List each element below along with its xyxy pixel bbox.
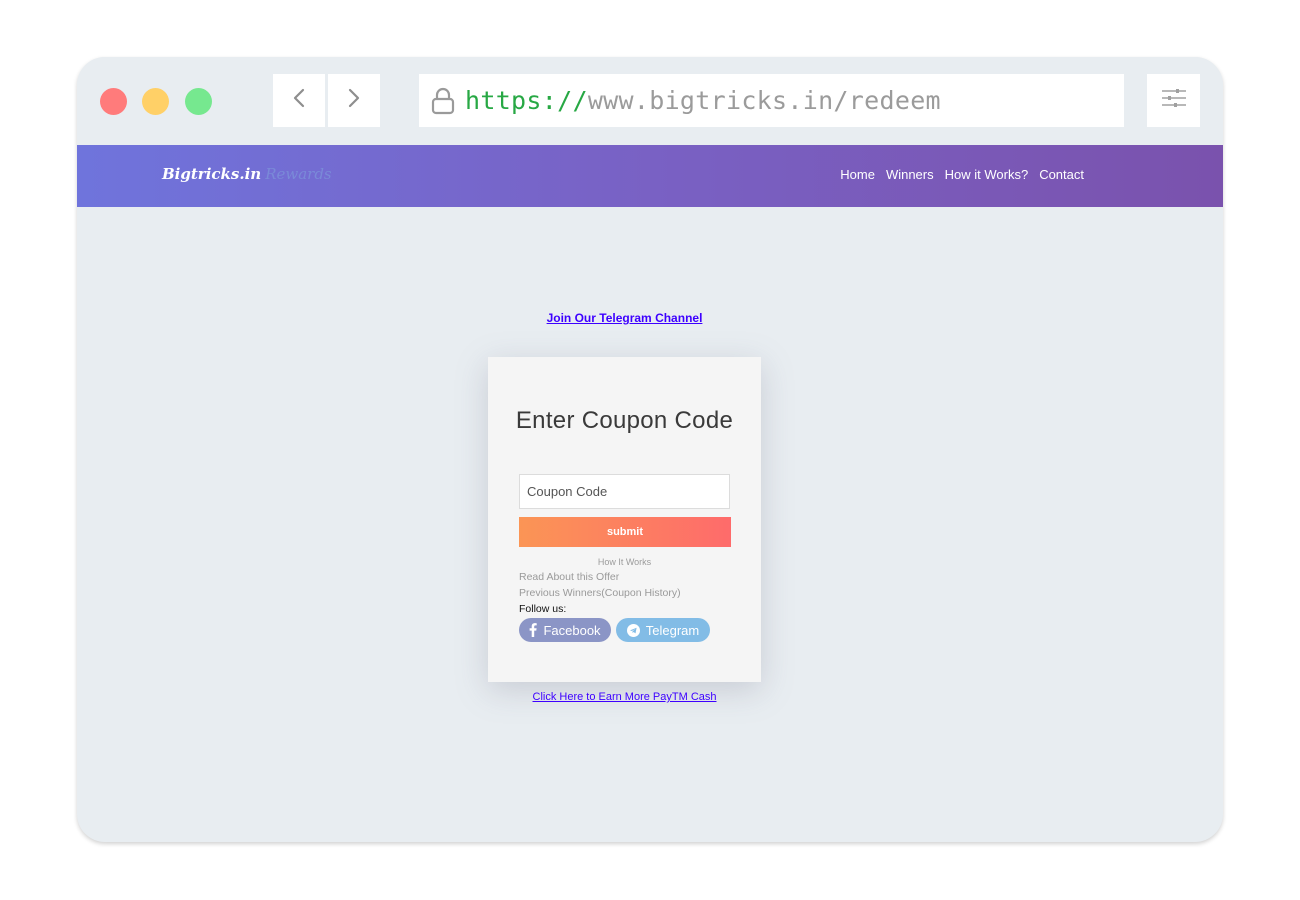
logo-subtext: Rewards [265,165,332,183]
logo-text: Bigtricks.in [162,165,262,183]
facebook-label: Facebook [543,622,601,638]
card-title: Enter Coupon Code [515,407,734,434]
lock-icon [429,86,457,116]
earn-paytm-link-wrapper: Click Here to Earn More PayTM Cash [77,691,1172,703]
nav-winners[interactable]: Winners [886,167,934,182]
facebook-icon [529,623,538,637]
previous-winners-link[interactable]: Previous Winners(Coupon History) [519,587,681,599]
telegram-icon [626,623,640,637]
telegram-channel-link-wrapper: Join Our Telegram Channel [77,311,1172,325]
telegram-channel-link[interactable]: Join Our Telegram Channel [547,311,703,325]
facebook-button[interactable]: Facebook [519,618,611,642]
close-window-button[interactable] [100,88,127,115]
site-header: Bigtricks.in Rewards Home Winners How it … [77,145,1223,207]
how-it-works-link[interactable]: How It Works [488,557,761,567]
coupon-card: Enter Coupon Code submit How It Works Re… [488,357,761,682]
coupon-code-input[interactable] [519,474,730,509]
settings-sliders-icon [1161,87,1187,114]
nav-how-it-works[interactable]: How it Works? [945,167,1029,182]
forward-button[interactable] [328,74,380,127]
minimize-window-button[interactable] [142,88,169,115]
address-bar[interactable]: https://www.bigtricks.in/redeem [419,74,1124,127]
follow-us-label: Follow us: [519,603,567,615]
earn-paytm-link[interactable]: Click Here to Earn More PayTM Cash [533,691,717,703]
settings-button[interactable] [1147,74,1200,127]
url-scheme: https:// [465,86,588,115]
nav-home[interactable]: Home [840,167,875,182]
browser-window: https://www.bigtricks.in/redeem Bigtrick… [77,57,1223,842]
telegram-label: Telegram [645,622,700,638]
url-text: https://www.bigtricks.in/redeem [465,86,941,115]
submit-button[interactable]: submit [519,517,731,547]
maximize-window-button[interactable] [185,88,212,115]
back-button[interactable] [273,74,325,127]
browser-toolbar: https://www.bigtricks.in/redeem [77,57,1223,145]
url-path: www.bigtricks.in/redeem [587,86,941,115]
site-nav: Home Winners How it Works? Contact [840,167,1084,182]
telegram-button[interactable]: Telegram [616,618,710,642]
nav-contact[interactable]: Contact [1039,167,1084,182]
forward-arrow-icon [347,87,361,114]
read-offer-link[interactable]: Read About this Offer [519,571,619,583]
back-arrow-icon [292,87,306,114]
site-logo[interactable]: Bigtricks.in Rewards [162,165,332,183]
